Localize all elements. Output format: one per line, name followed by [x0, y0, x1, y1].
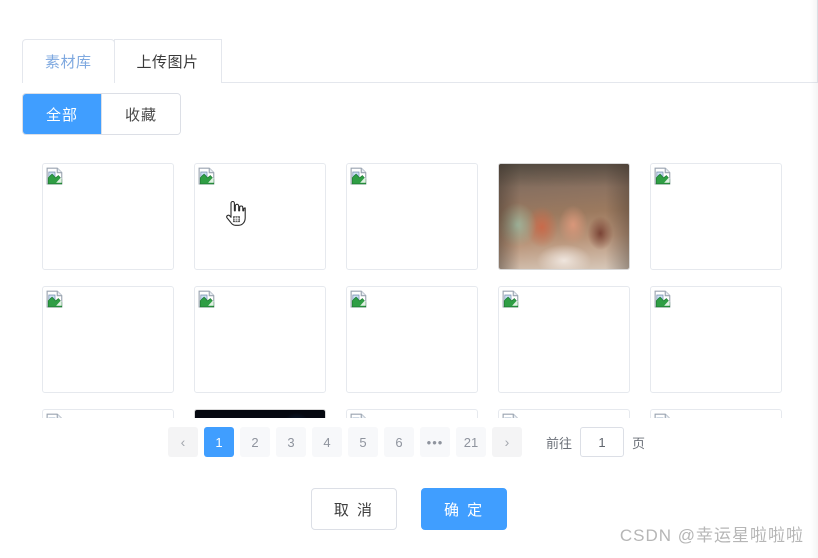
- pagination: ‹ 1 2 3 4 5 6 ••• 21 ›: [168, 427, 522, 457]
- tab-upload-image[interactable]: 上传图片: [113, 39, 222, 83]
- panel-scroll-shadow: [810, 0, 818, 558]
- broken-image-icon: [198, 167, 215, 185]
- tab-bar: 素材库 上传图片: [22, 39, 222, 83]
- pagination-page-5[interactable]: 5: [348, 427, 378, 457]
- gallery-item-photo[interactable]: [498, 163, 630, 270]
- broken-image-icon: [46, 290, 63, 308]
- broken-image-icon: [502, 290, 519, 308]
- pagination-prev-button[interactable]: ‹: [168, 427, 198, 457]
- image-gallery-grid: [42, 163, 802, 439]
- gallery-row: [42, 286, 802, 393]
- active-tab-underline-mask: [23, 82, 102, 84]
- broken-image-icon: [654, 290, 671, 308]
- tab-material-library-label: 素材库: [45, 54, 92, 71]
- image-picker-dialog: 素材库 上传图片 全部 收藏 ‹ 1 2 3 4 5 6 ••• 21 › 前往…: [0, 0, 818, 558]
- pagination-bar: ‹ 1 2 3 4 5 6 ••• 21 › 前往 页: [0, 418, 818, 466]
- pagination-jumper: 前往 页: [546, 427, 645, 457]
- jump-prefix-label: 前往: [546, 435, 573, 451]
- filter-all-button[interactable]: 全部: [23, 94, 102, 134]
- gallery-item[interactable]: [346, 163, 478, 270]
- gallery-item[interactable]: [42, 163, 174, 270]
- pagination-more-button[interactable]: •••: [420, 427, 450, 457]
- filter-favorites-button[interactable]: 收藏: [101, 94, 181, 134]
- pagination-page-6[interactable]: 6: [384, 427, 414, 457]
- broken-image-icon: [654, 167, 671, 185]
- filter-segmented-control: 全部 收藏: [22, 93, 182, 135]
- pagination-page-3[interactable]: 3: [276, 427, 306, 457]
- jump-page-input[interactable]: [580, 427, 625, 457]
- gallery-item[interactable]: [42, 286, 174, 393]
- gallery-item[interactable]: [346, 286, 478, 393]
- broken-image-icon: [350, 167, 367, 185]
- gallery-row: [42, 163, 802, 270]
- broken-image-icon: [198, 290, 215, 308]
- broken-image-icon: [46, 167, 63, 185]
- pagination-page-1[interactable]: 1: [204, 427, 234, 457]
- pagination-page-2[interactable]: 2: [240, 427, 270, 457]
- gallery-item[interactable]: [194, 163, 326, 270]
- confirm-button[interactable]: 确 定: [421, 488, 508, 530]
- pagination-next-button[interactable]: ›: [492, 427, 522, 457]
- gallery-item[interactable]: [650, 286, 782, 393]
- gallery-item[interactable]: [194, 286, 326, 393]
- csdn-watermark: CSDN @幸运星啦啦啦: [619, 526, 804, 545]
- tabs-region: 素材库 上传图片: [0, 0, 818, 84]
- jump-suffix-label: 页: [632, 435, 646, 451]
- gallery-item[interactable]: [650, 163, 782, 270]
- thumbnail-image: [499, 164, 629, 269]
- pagination-page-4[interactable]: 4: [312, 427, 342, 457]
- cancel-button[interactable]: 取 消: [310, 488, 397, 530]
- gallery-item[interactable]: [498, 286, 630, 393]
- pagination-page-last[interactable]: 21: [456, 427, 486, 457]
- broken-image-icon: [350, 290, 367, 308]
- tab-upload-image-label: 上传图片: [136, 54, 199, 71]
- tab-material-library[interactable]: 素材库: [22, 39, 115, 83]
